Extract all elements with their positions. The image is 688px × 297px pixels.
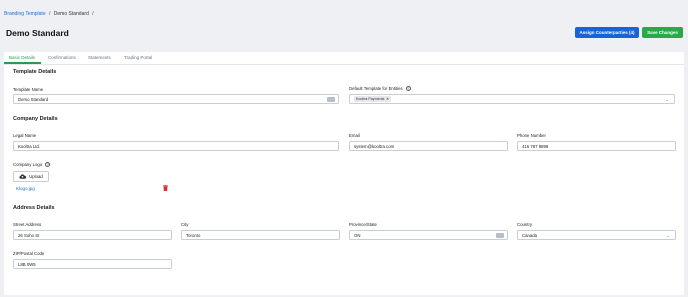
email-label: Email (349, 133, 360, 138)
template-name-value: Demo Standard (18, 96, 49, 102)
upload-button[interactable]: Upload (13, 171, 49, 182)
legal-name-input[interactable]: Kooltra Ltd. (13, 141, 339, 151)
email-value: system@kooltra.com (354, 143, 395, 149)
zip-value: L8B 0W5 (18, 261, 36, 267)
breadcrumb: Branding Template / Demo Standard / (4, 11, 96, 17)
template-name-input[interactable]: Demo Standard (13, 94, 339, 104)
country-select[interactable]: Canada ⌄ (517, 230, 676, 240)
breadcrumb-separator-trailing: / (92, 11, 94, 17)
phone-label: Phone Number (517, 133, 546, 138)
help-icon[interactable]: ? (405, 86, 411, 92)
country-label: Country (517, 222, 533, 227)
trash-icon[interactable] (163, 185, 168, 191)
upload-label: Upload (29, 174, 43, 179)
chevron-down-icon[interactable]: ⌄ (665, 97, 669, 103)
city-input[interactable]: Toronto (181, 230, 340, 240)
company-logo-label-text: Company Logo (13, 162, 43, 167)
autofill-key-icon (327, 97, 335, 102)
autofill-key-icon (496, 233, 504, 238)
breadcrumb-link-branding-template[interactable]: Branding Template (4, 11, 46, 17)
breadcrumb-current: Demo Standard (53, 11, 89, 17)
template-details-heading: Template Details (13, 69, 57, 75)
address-details-heading: Address Details (13, 205, 55, 211)
cloud-upload-icon (19, 174, 27, 179)
phone-input[interactable]: 416 787 9899 (517, 141, 676, 151)
breadcrumb-separator: / (49, 11, 51, 17)
phone-value: 416 787 9899 (522, 143, 549, 149)
default-entities-label-text: Default Template for Entities (349, 86, 403, 91)
company-logo-label: Company Logo? (13, 162, 51, 168)
default-entities-select[interactable]: Kooltra Payments × ⌄ (349, 94, 675, 104)
default-entities-label: Default Template for Entities? (349, 86, 411, 92)
logo-file-link[interactable]: Klogo.jpg (16, 186, 35, 191)
template-name-label: Template Name (13, 87, 44, 92)
company-details-heading: Company Details (13, 116, 58, 122)
legal-name-value: Kooltra Ltd. (18, 143, 40, 149)
street-address-label: Street Address (13, 222, 42, 227)
page-title: Demo Standard (6, 28, 69, 38)
tab-divider (4, 64, 684, 65)
province-value: ON (354, 232, 361, 238)
entity-chip: Kooltra Payments × (354, 96, 391, 102)
street-address-input[interactable]: 26 Soho St (13, 230, 172, 240)
assign-counterparties-button[interactable]: Assign Counterparties (4) (575, 27, 639, 38)
help-icon[interactable]: ? (45, 162, 51, 168)
city-label: City (181, 222, 189, 227)
save-changes-button[interactable]: Save Changes (642, 27, 683, 38)
chevron-down-icon[interactable]: ⌄ (666, 233, 670, 239)
tab-statements[interactable]: Statements (88, 55, 111, 60)
tab-trading-portal[interactable]: Trading Portal (124, 55, 152, 60)
email-input[interactable]: system@kooltra.com (349, 141, 508, 151)
tab-confirmations[interactable]: Confirmations (48, 55, 76, 60)
zip-label: ZIP/Postal Code (13, 251, 45, 256)
tab-basic-details[interactable]: Basic Details (9, 55, 35, 60)
zip-input[interactable]: L8B 0W5 (13, 259, 172, 269)
province-input[interactable]: ON (349, 230, 508, 240)
close-icon[interactable]: × (386, 97, 388, 101)
street-address-value: 26 Soho St (18, 232, 40, 238)
legal-name-label: Legal Name (13, 133, 37, 138)
entity-chip-label: Kooltra Payments (356, 97, 385, 101)
country-value: Canada (522, 232, 538, 238)
city-value: Toronto (186, 232, 201, 238)
province-label: Province/State (349, 222, 377, 227)
